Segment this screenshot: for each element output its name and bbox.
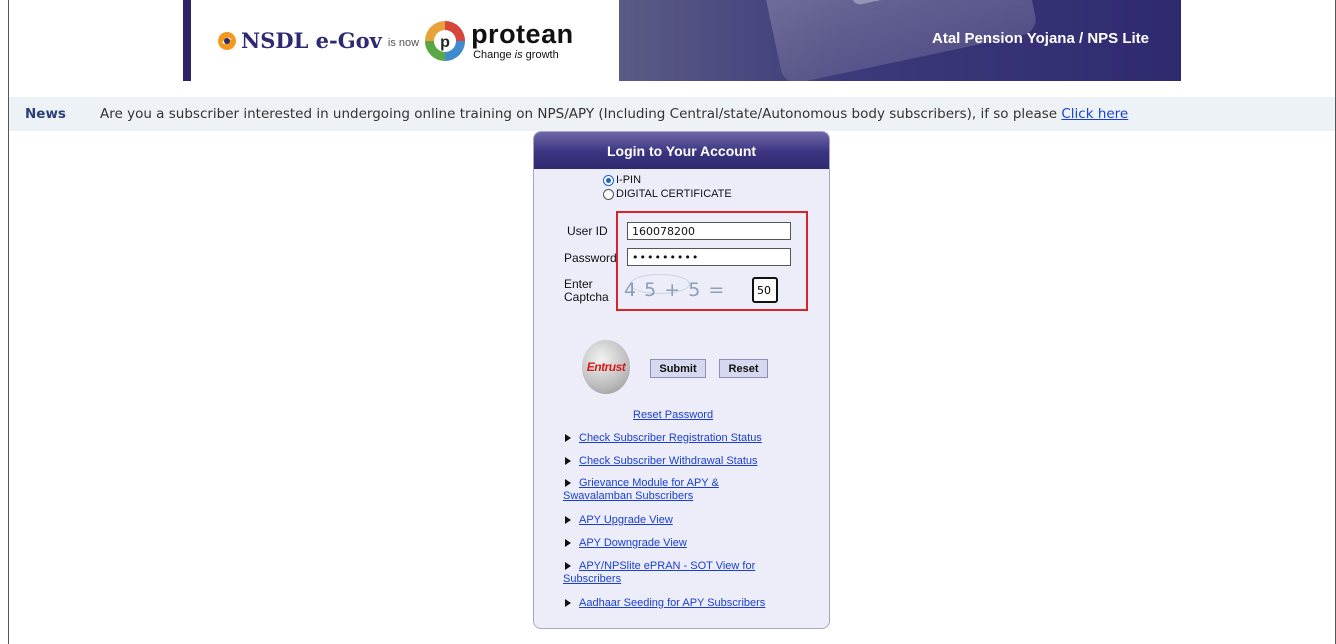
login-panel-title: Login to Your Account: [534, 132, 829, 169]
link-apy-upgrade-view[interactable]: APY Upgrade View: [579, 514, 673, 526]
nsdl-swirl-icon: [218, 31, 236, 50]
news-bar: News Are you a subscriber interested in …: [9, 97, 1335, 131]
link-check-withdrawal-status[interactable]: Check Subscriber Withdrawal Status: [579, 455, 758, 467]
protean-tagline: Change is growth: [473, 48, 559, 61]
nsdl-logo-text: NSDL e-Gov: [241, 28, 382, 53]
banner-title: Atal Pension Yojana / NPS Lite: [932, 30, 1149, 47]
radio-selected-icon[interactable]: [603, 174, 614, 186]
arrow-bullet-icon: [565, 562, 571, 570]
link-grievance-module-line2[interactable]: Swavalamban Subscribers: [563, 490, 693, 502]
radio-i-pin[interactable]: I-PIN: [603, 174, 641, 186]
radio-unselected-icon[interactable]: [603, 188, 614, 200]
protean-logo-icon: p: [425, 20, 466, 61]
arrow-bullet-icon: [565, 516, 571, 524]
entrust-seal-icon: Entrust: [582, 340, 630, 394]
arrow-bullet-icon: [565, 457, 571, 465]
arrow-bullet-icon: [565, 599, 571, 607]
submit-button[interactable]: Submit: [650, 359, 706, 378]
banner-title-area: Atal Pension Yojana / NPS Lite: [619, 0, 1181, 81]
reset-button[interactable]: Reset: [719, 359, 768, 378]
is-now-text: is now: [387, 36, 420, 49]
highlight-box: [616, 211, 808, 311]
reset-password-link[interactable]: Reset Password: [633, 409, 713, 421]
password-label: Password: [564, 252, 617, 264]
banner-edge: [183, 0, 191, 81]
arrow-bullet-icon: [565, 479, 571, 487]
arrow-bullet-icon: [565, 539, 571, 547]
news-text: Are you a subscriber interested in under…: [100, 106, 1129, 122]
link-aadhaar-seeding[interactable]: Aadhaar Seeding for APY Subscribers: [579, 597, 765, 609]
link-epran-sot-view-line1[interactable]: APY/NPSlite ePRAN - SOT View for: [579, 560, 755, 572]
svg-text:p: p: [440, 34, 450, 51]
link-apy-downgrade-view[interactable]: APY Downgrade View: [579, 537, 687, 549]
nsdl-logo: NSDL e-Gov: [217, 28, 382, 53]
user-id-label: User ID: [567, 224, 608, 238]
logo-area: NSDL e-Gov is now p protean Change is gr…: [191, 0, 619, 81]
login-panel: Login to Your Account I-PIN DIGITAL CERT…: [533, 131, 830, 629]
radio-digital-certificate-label: DIGITAL CERTIFICATE: [616, 188, 732, 200]
entrust-seal-text: Entrust: [586, 360, 626, 374]
arrow-bullet-icon: [565, 434, 571, 442]
radio-i-pin-label: I-PIN: [616, 174, 642, 186]
radio-digital-certificate[interactable]: DIGITAL CERTIFICATE: [603, 188, 732, 200]
captcha-label-line2: Captcha: [564, 290, 609, 304]
captcha-label-line1: Enter: [564, 277, 593, 291]
link-grievance-module-line1[interactable]: Grievance Module for APY &: [579, 477, 719, 489]
link-epran-sot-view-line2[interactable]: Subscribers: [563, 573, 621, 585]
protean-logo-text: protean: [471, 18, 574, 49]
protean-logo: protean Change is growth: [471, 18, 574, 61]
news-label: News: [25, 106, 66, 122]
header-banner: NSDL e-Gov is now p protean Change is gr…: [183, 0, 1181, 81]
link-check-registration-status[interactable]: Check Subscriber Registration Status: [579, 432, 762, 444]
news-click-here-link[interactable]: Click here: [1061, 106, 1128, 122]
